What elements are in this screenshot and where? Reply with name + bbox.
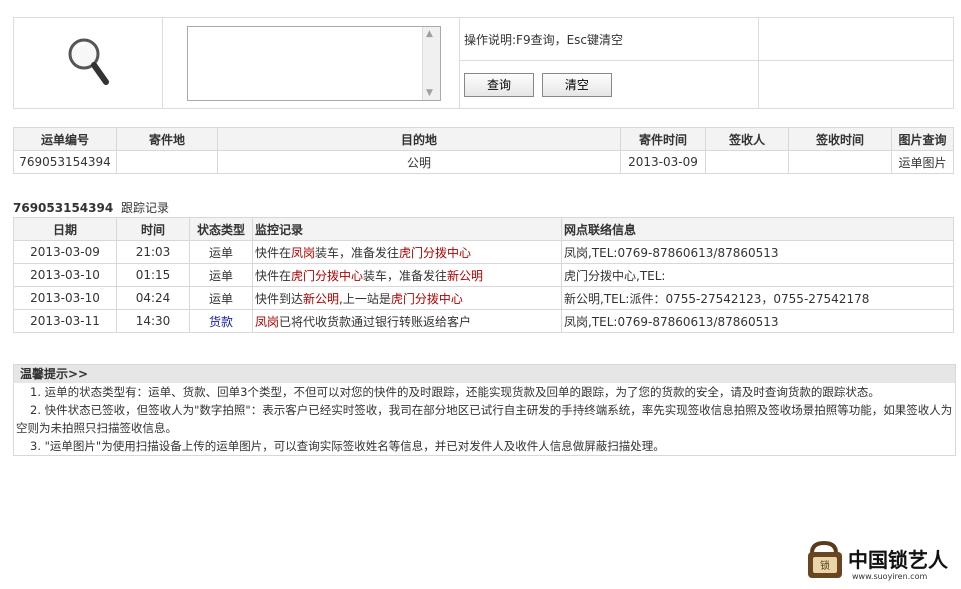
- header-send-time: 寄件时间: [620, 127, 706, 151]
- cell-date: 2013-03-10: [13, 286, 117, 310]
- logo-brand-text: 中国锁艺人: [848, 548, 949, 572]
- empty-cell-bottom: [758, 60, 954, 109]
- header-monitor-record: 监控记录: [252, 217, 562, 241]
- record-text: 快件到达: [255, 291, 304, 306]
- waybill-row: 769053154394 公明 2013-03-09 运单图片: [13, 150, 954, 174]
- cell-contact-info: 虎门分拨中心,TEL:: [561, 263, 954, 287]
- cell-time: 04:24: [116, 286, 190, 310]
- record-text: 装车，准备发往: [363, 268, 448, 283]
- waybill-header-row: 运单编号 寄件地 目的地 寄件时间 签收人 签收时间 图片查询: [13, 127, 954, 151]
- logo-url-text: www.suoyiren.com: [852, 572, 927, 581]
- tracking-title: 769053154394 跟踪记录: [13, 199, 169, 216]
- cell-signer: [705, 150, 789, 174]
- magnifier-search-icon: [68, 38, 109, 85]
- header-image-query: 图片查询: [891, 127, 954, 151]
- tip-item-1: 1. 运单的状态类型有：运单、货款、回单3个类型，不但可以对您的快件的及时跟踪，…: [30, 385, 880, 399]
- waybill-image-link[interactable]: 运单图片: [891, 150, 954, 174]
- tip-item-3: 3. "运单图片"为使用扫描设备上传的运单图片，可以查询实际签收姓名等信息，并已…: [30, 439, 665, 453]
- cell-date: 2013-03-10: [13, 263, 117, 287]
- buttons-cell: 查询 清空: [459, 60, 759, 109]
- scroll-up-icon[interactable]: ▲: [426, 29, 433, 39]
- query-panel: ▲ ▼ 操作说明:F9查询，Esc键清空 查询 清空: [13, 16, 954, 109]
- waybill-number-input[interactable]: [189, 27, 417, 97]
- search-icon-cell: [13, 17, 163, 109]
- tracking-waybill-number: 769053154394: [13, 201, 114, 215]
- cell-destination: 公明: [217, 150, 621, 174]
- record-location: 新公明: [447, 268, 484, 283]
- cell-status-type: 货款: [189, 309, 253, 333]
- tracking-row: 2013-03-10 01:15 运单 快件在虎门分拨中心装车，准备发往新公明 虎门分拨…: [13, 263, 954, 287]
- cell-time: 14:30: [116, 309, 190, 333]
- tips-heading: 温馨提示>>: [14, 365, 955, 383]
- record-location: 虎门分拨中心: [390, 291, 463, 306]
- header-destination: 目的地: [217, 127, 621, 151]
- cell-origin: [116, 150, 218, 174]
- waybill-table: 运单编号 寄件地 目的地 寄件时间 签收人 签收时间 图片查询 76905315…: [13, 127, 954, 174]
- record-text: 快件在: [255, 268, 292, 283]
- query-button[interactable]: 查询: [464, 72, 534, 97]
- input-scrollbar[interactable]: ▲ ▼: [422, 26, 440, 100]
- cell-time: 21:03: [116, 240, 190, 264]
- header-origin: 寄件地: [116, 127, 218, 151]
- header-sign-time: 签收时间: [788, 127, 892, 151]
- cell-status-type: 运单: [189, 286, 253, 310]
- record-text: 装车，准备发往: [315, 245, 400, 260]
- tip-item-2: 2. 快件状态已签收，但签收人为"数字拍照"：表示客户已经实时签收，我司在部分地…: [16, 403, 953, 435]
- waybill-input-box: ▲ ▼: [187, 25, 441, 101]
- record-location: 虎门分拨中心: [399, 245, 472, 260]
- cell-date: 2013-03-11: [13, 309, 117, 333]
- cell-contact-info: 凤岗,TEL:0769-87860613/87860513: [561, 309, 954, 333]
- cell-contact-info: 新公明,TEL:派件：0755-27542123，0755-27542178: [561, 286, 954, 310]
- instructions-text: 操作说明:F9查询，Esc键清空: [464, 32, 624, 47]
- cell-monitor-record: 快件在虎门分拨中心装车，准备发往新公明: [252, 263, 562, 287]
- cell-date: 2013-03-09: [13, 240, 117, 264]
- record-location: 新公明: [303, 291, 340, 306]
- logo-seal-text: 锁: [820, 559, 830, 572]
- record-text: 已将代收货款通过银行转账返给客户: [279, 314, 472, 329]
- tracking-row: 2013-03-09 21:03 运单 快件在凤岗装车，准备发往虎门分拨中心 凤岗,TE…: [13, 240, 954, 264]
- cell-send-time: 2013-03-09: [620, 150, 706, 174]
- input-cell: ▲ ▼: [162, 17, 460, 109]
- instructions-cell: 操作说明:F9查询，Esc键清空: [459, 16, 759, 62]
- scroll-down-icon[interactable]: ▼: [426, 88, 433, 98]
- header-date: 日期: [13, 217, 117, 241]
- tracking-header-row: 日期 时间 状态类型 监控记录 网点联络信息: [13, 217, 954, 241]
- cell-status-type: 运单: [189, 240, 253, 264]
- header-signer: 签收人: [705, 127, 789, 151]
- record-text: 快件在: [255, 245, 292, 260]
- empty-cell-top: [758, 16, 954, 62]
- header-waybill-number: 运单编号: [13, 127, 117, 151]
- cell-monitor-record: 快件到达新公明,上一站是虎门分拨中心: [252, 286, 562, 310]
- tracking-row: 2013-03-10 04:24 运单 快件到达新公明,上一站是虎门分拨中心 新公明,T…: [13, 286, 954, 310]
- cell-status-type: 运单: [189, 263, 253, 287]
- cell-monitor-record: 凤岗已将代收货款通过银行转账返给客户: [252, 309, 562, 333]
- cell-time: 01:15: [116, 263, 190, 287]
- tracking-body: 2013-03-09 21:03 运单 快件在凤岗装车，准备发往虎门分拨中心 凤岗,TE…: [13, 240, 954, 333]
- record-location: 虎门分拨中心: [291, 268, 364, 283]
- record-location: 凤岗: [255, 314, 280, 329]
- cell-monitor-record: 快件在凤岗装车，准备发往虎门分拨中心: [252, 240, 562, 264]
- tracking-table: 日期 时间 状态类型 监控记录 网点联络信息 2013-03-09 21:03 运单…: [13, 217, 954, 333]
- tracking-title-suffix: 跟踪记录: [121, 201, 170, 215]
- brand-logo-graphic: 锁 中国锁艺人 www.suoyiren.com: [808, 540, 949, 581]
- record-location: 凤岗: [291, 245, 316, 260]
- cell-sign-time: [788, 150, 892, 174]
- header-status-type: 状态类型: [189, 217, 253, 241]
- brand-logo: 锁 中国锁艺人 www.suoyiren.com: [806, 539, 956, 583]
- cell-contact-info: 凤岗,TEL:0769-87860613/87860513: [561, 240, 954, 264]
- record-text: ,上一站是: [339, 291, 391, 306]
- header-time: 时间: [116, 217, 190, 241]
- clear-button[interactable]: 清空: [541, 72, 612, 97]
- tracking-row: 2013-03-11 14:30 货款 凤岗已将代收货款通过银行转账返给客户 凤岗,TE…: [13, 309, 954, 333]
- header-contact-info: 网点联络信息: [561, 217, 954, 241]
- cell-waybill-number: 769053154394: [13, 150, 117, 174]
- tips-box: 温馨提示>> 1. 运单的状态类型有：运单、货款、回单3个类型，不但可以对您的快…: [13, 364, 956, 456]
